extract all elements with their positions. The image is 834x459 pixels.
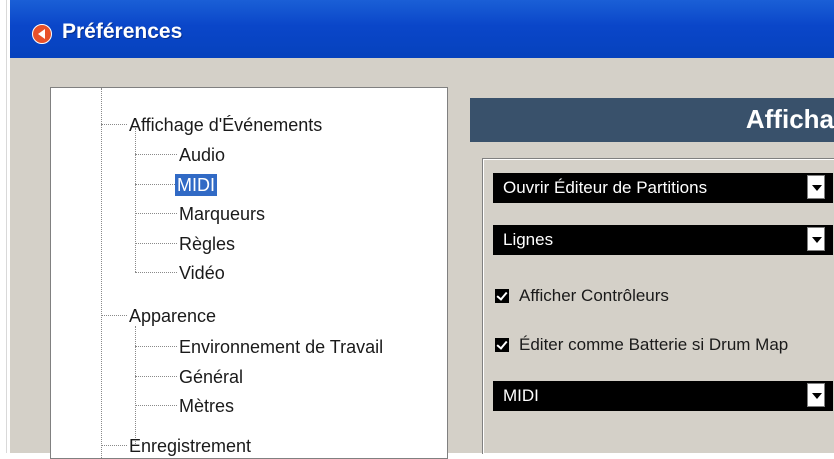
tree-item-environnement-travail[interactable]: Environnement de Travail	[177, 336, 385, 358]
title-bar[interactable]: Préférences	[10, 0, 834, 58]
lines-dropdown[interactable]: Lignes	[493, 225, 833, 255]
editor-dropdown[interactable]: Ouvrir Éditeur de Partitions	[493, 173, 833, 203]
settings-group: Ouvrir Éditeur de Partitions Lignes Affi…	[482, 158, 834, 454]
tree-connector	[135, 243, 177, 244]
tree-item-enregistrement[interactable]: Enregistrement	[127, 435, 253, 457]
tree-connector	[135, 376, 177, 377]
tree-connector	[135, 213, 177, 214]
edit-as-drum-label: Éditer comme Batterie si Drum Map	[519, 335, 789, 354]
chevron-down-icon[interactable]	[807, 383, 825, 407]
edit-as-drum-checkbox[interactable]	[495, 338, 509, 352]
show-controllers-checkbox[interactable]	[495, 289, 509, 303]
background-window-edge	[0, 0, 10, 453]
show-controllers-label: Afficher Contrôleurs	[519, 286, 669, 305]
tree-branch-line	[135, 326, 136, 446]
tree-connector	[101, 315, 127, 316]
tree-connector	[135, 154, 177, 155]
tree-connector	[135, 272, 177, 273]
tree-item-metres[interactable]: Mètres	[177, 395, 236, 417]
edge-line	[6, 0, 7, 453]
tree-root-line	[101, 88, 102, 458]
tree-connector	[135, 346, 177, 347]
editor-dropdown-value: Ouvrir Éditeur de Partitions	[503, 178, 708, 197]
midi-dropdown[interactable]: MIDI	[493, 381, 833, 411]
tree-branch-line	[135, 128, 136, 272]
preferences-tree: Affichage d'Événements Audio MIDI Marque…	[50, 87, 448, 459]
tree-item-midi[interactable]: MIDI	[175, 174, 217, 196]
dialog-body: Affichage d'Événements Audio MIDI Marque…	[10, 58, 834, 459]
lines-dropdown-value: Lignes	[503, 230, 554, 249]
tree-connector	[135, 405, 177, 406]
tree-connector	[135, 184, 177, 185]
midi-dropdown-value: MIDI	[503, 386, 539, 405]
section-header: Afficha	[470, 98, 834, 142]
tree-item-video[interactable]: Vidéo	[177, 262, 227, 284]
tree-item-general[interactable]: Général	[177, 366, 245, 388]
app-logo-icon	[32, 24, 52, 44]
preferences-window: Préférences Affichage d'Événements Audio…	[10, 0, 834, 459]
tree-item-marqueurs[interactable]: Marqueurs	[177, 203, 267, 225]
tree-item-audio[interactable]: Audio	[177, 144, 227, 166]
chevron-down-icon[interactable]	[807, 175, 825, 199]
tree-item-regles[interactable]: Règles	[177, 233, 237, 255]
section-title: Afficha	[745, 104, 834, 134]
tree-item-apparence[interactable]: Apparence	[127, 305, 218, 327]
tree-connector	[101, 124, 127, 125]
tree-connector	[101, 445, 127, 446]
window-title: Préférences	[62, 20, 183, 43]
tree-item-affichage-evenements[interactable]: Affichage d'Événements	[127, 114, 324, 136]
chevron-down-icon[interactable]	[807, 227, 825, 251]
